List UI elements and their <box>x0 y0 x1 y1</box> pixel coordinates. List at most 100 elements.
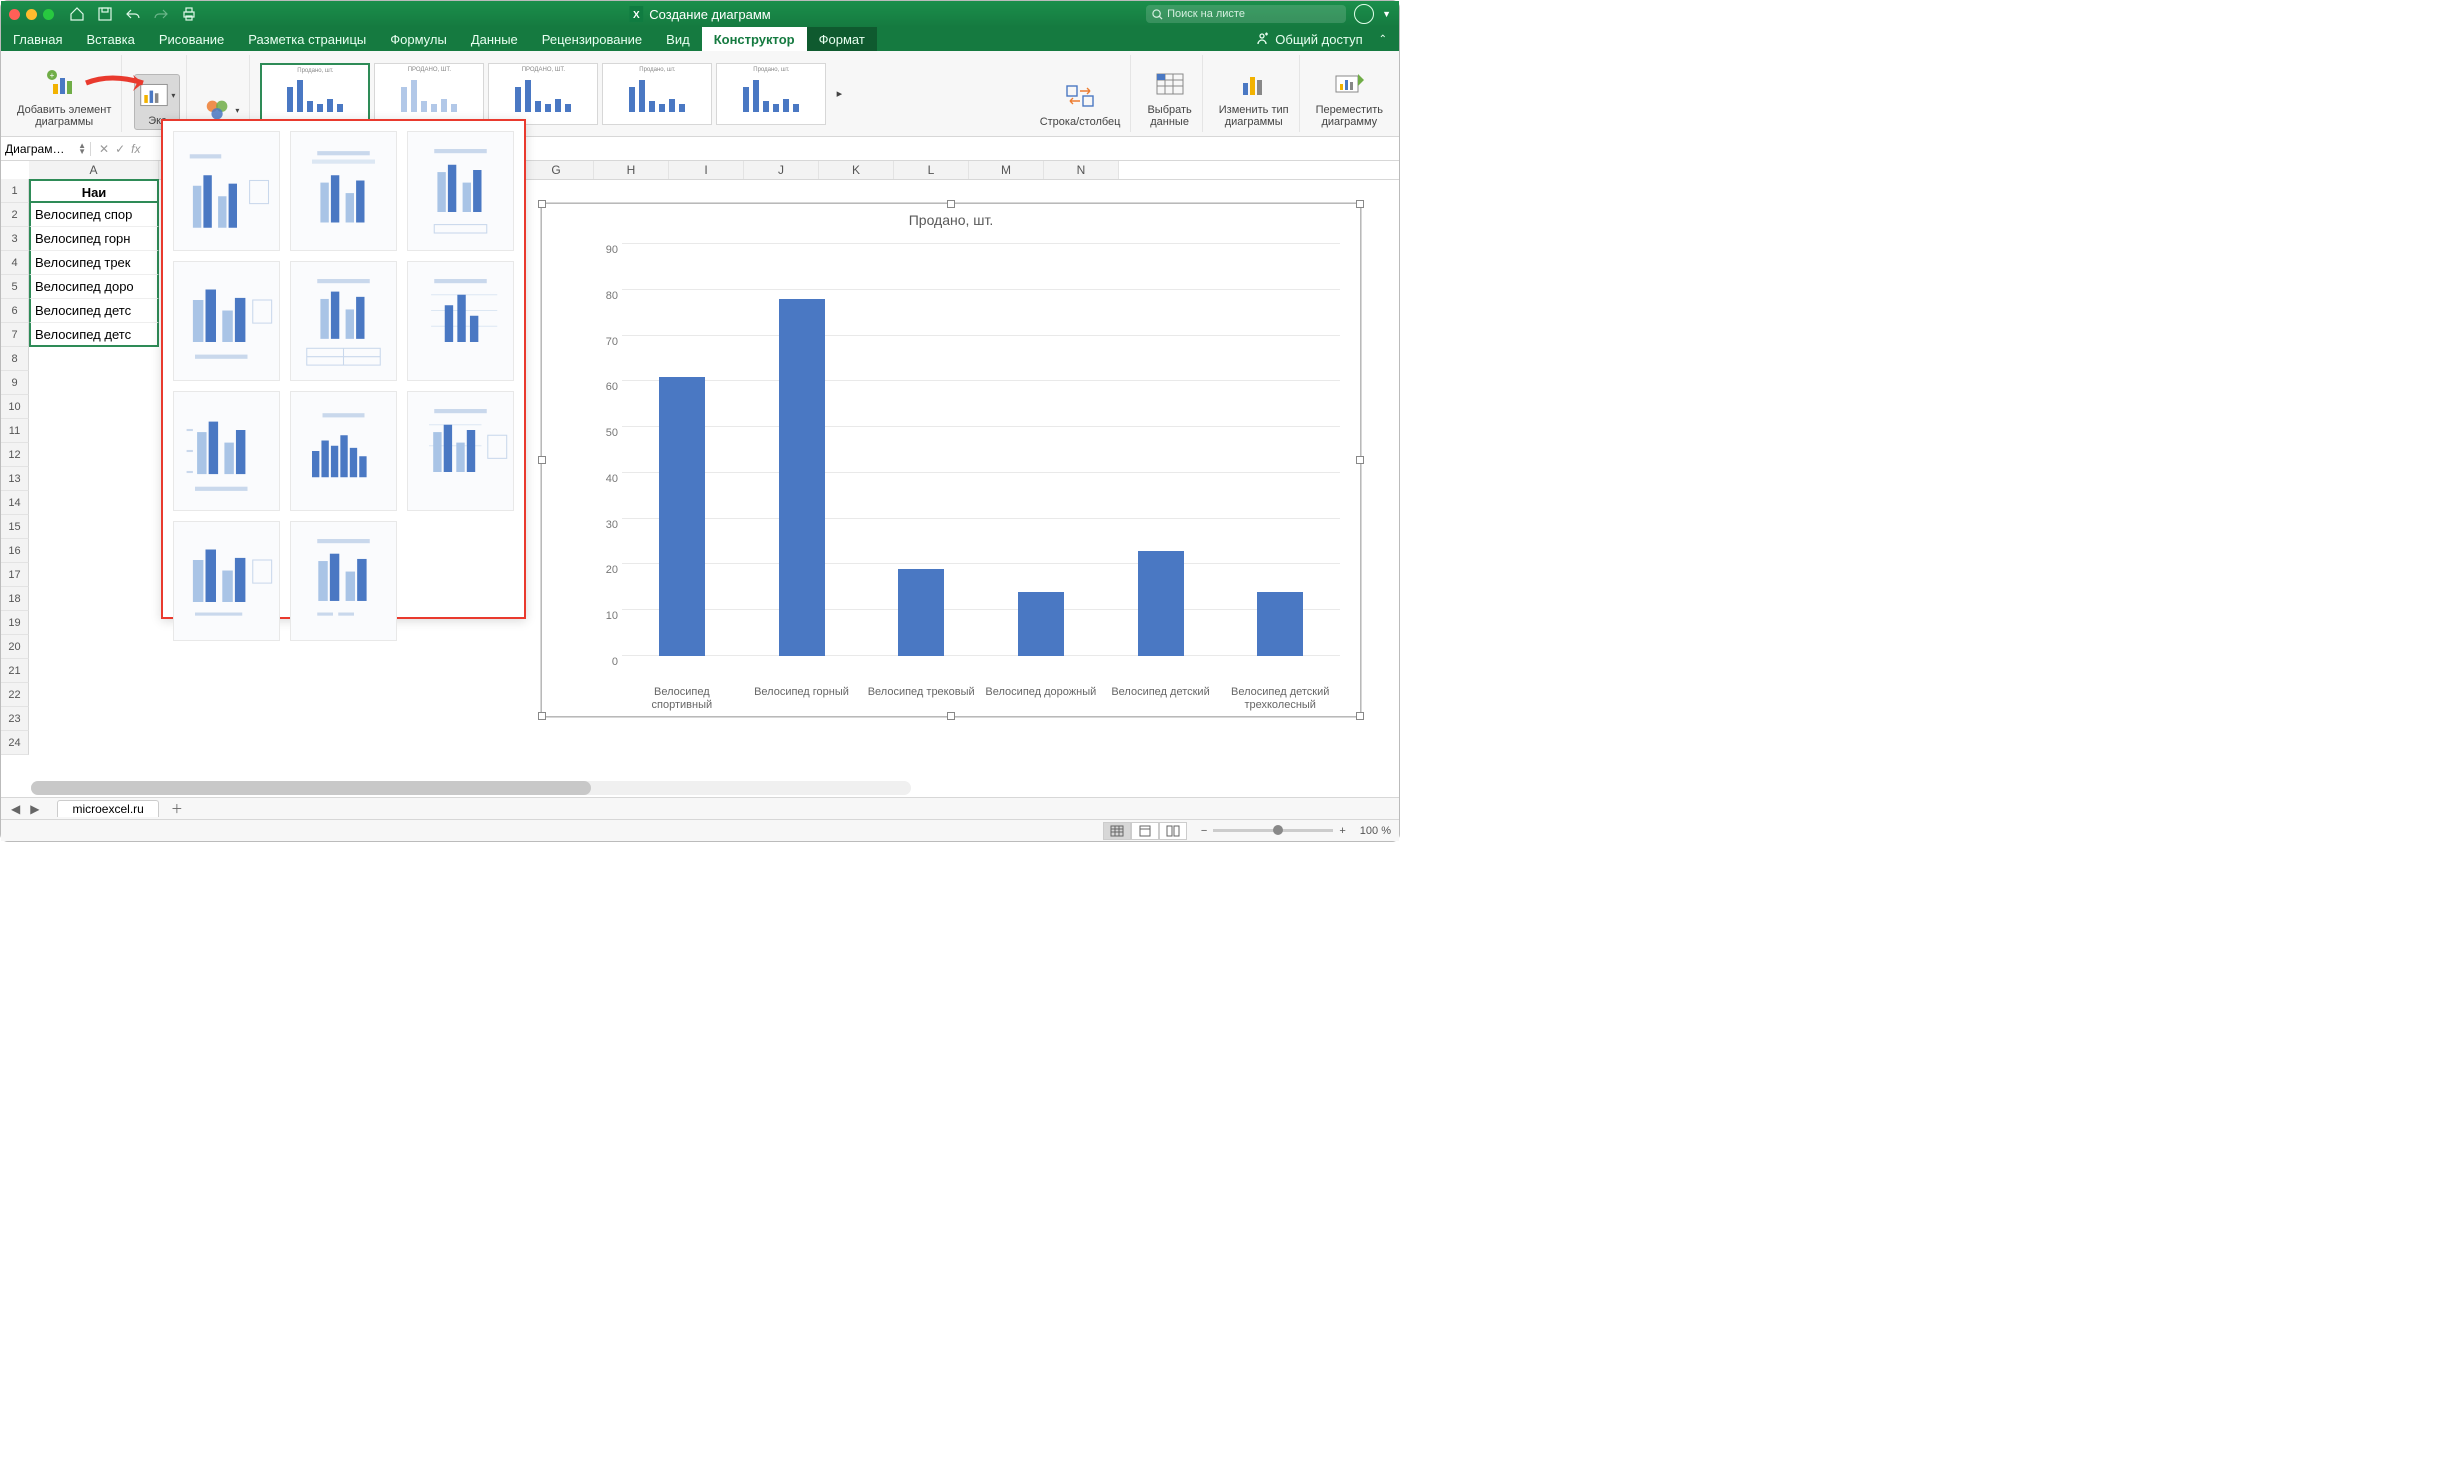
row-20[interactable]: 20 <box>1 635 29 659</box>
chevron-down-icon[interactable]: ▼ <box>1382 9 1391 19</box>
row-15[interactable]: 15 <box>1 515 29 539</box>
tab-formulas[interactable]: Формулы <box>378 27 459 51</box>
tab-review[interactable]: Рецензирование <box>530 27 654 51</box>
cancel-formula-icon[interactable]: ✕ <box>99 142 109 156</box>
search-input[interactable]: Поиск на листе <box>1146 5 1346 23</box>
layout-option-7[interactable] <box>173 391 280 511</box>
bar[interactable] <box>779 299 825 656</box>
cell-A7[interactable]: Велосипед детс <box>29 323 159 347</box>
layout-option-3[interactable] <box>407 131 514 251</box>
row-1[interactable]: 1 <box>1 179 29 203</box>
chart-style-3[interactable]: ПРОДАНО, ШТ. <box>488 63 598 125</box>
cell-A3[interactable]: Велосипед горн <box>29 227 159 251</box>
row-2[interactable]: 2 <box>1 203 29 227</box>
cell-A5[interactable]: Велосипед доро <box>29 275 159 299</box>
col-L[interactable]: L <box>894 161 969 179</box>
layout-option-9[interactable] <box>407 391 514 511</box>
row-22[interactable]: 22 <box>1 683 29 707</box>
resize-handle[interactable] <box>1356 456 1364 464</box>
fx-icon[interactable]: fx <box>131 142 140 156</box>
layout-option-4[interactable] <box>173 261 280 381</box>
row-3[interactable]: 3 <box>1 227 29 251</box>
save-icon[interactable] <box>96 5 114 23</box>
zoom-out-icon[interactable]: − <box>1201 825 1207 837</box>
normal-view-icon[interactable] <box>1103 822 1131 840</box>
row-6[interactable]: 6 <box>1 299 29 323</box>
resize-handle[interactable] <box>538 712 546 720</box>
print-icon[interactable] <box>180 5 198 23</box>
tab-draw[interactable]: Рисование <box>147 27 236 51</box>
resize-handle[interactable] <box>1356 200 1364 208</box>
gallery-more-icon[interactable]: ▸ <box>830 87 848 100</box>
add-chart-element-button[interactable]: + Добавить элемент диаграммы <box>13 64 115 130</box>
move-chart-button[interactable]: Переместить диаграмму <box>1312 64 1387 130</box>
collapse-ribbon-icon[interactable]: ⌃ <box>1379 34 1387 45</box>
zoom-thumb[interactable] <box>1273 825 1283 835</box>
chart-style-2[interactable]: ПРОДАНО, ШТ. <box>374 63 484 125</box>
bar[interactable] <box>1018 592 1064 656</box>
home-icon[interactable] <box>68 5 86 23</box>
sheet-nav-prev-icon[interactable]: ◀ <box>7 802 24 816</box>
row-10[interactable]: 10 <box>1 395 29 419</box>
layout-option-8[interactable] <box>290 391 397 511</box>
zoom-track[interactable] <box>1213 829 1333 832</box>
col-M[interactable]: M <box>969 161 1044 179</box>
bar[interactable] <box>659 377 705 656</box>
tab-format[interactable]: Формат <box>807 27 877 51</box>
redo-icon[interactable] <box>152 5 170 23</box>
row-21[interactable]: 21 <box>1 659 29 683</box>
resize-handle[interactable] <box>538 456 546 464</box>
switch-row-column-button[interactable]: Строка/столбец <box>1036 76 1125 130</box>
layout-option-5[interactable] <box>290 261 397 381</box>
col-A[interactable]: A <box>29 161 159 179</box>
row-9[interactable]: 9 <box>1 371 29 395</box>
row-13[interactable]: 13 <box>1 467 29 491</box>
tab-chart-design[interactable]: Конструктор <box>702 27 807 51</box>
minimize-window-icon[interactable] <box>26 9 37 20</box>
row-8[interactable]: 8 <box>1 347 29 371</box>
bar[interactable] <box>1257 592 1303 656</box>
row-24[interactable]: 24 <box>1 731 29 755</box>
layout-option-1[interactable] <box>173 131 280 251</box>
layout-option-11[interactable] <box>290 521 397 641</box>
page-break-view-icon[interactable] <box>1159 822 1187 840</box>
col-N[interactable]: N <box>1044 161 1119 179</box>
layout-option-10[interactable] <box>173 521 280 641</box>
tab-view[interactable]: Вид <box>654 27 702 51</box>
chart-style-4[interactable]: Продано, шт. <box>602 63 712 125</box>
name-box[interactable]: Диаграм… ▲▼ <box>1 142 91 156</box>
sheet-tab[interactable]: microexcel.ru <box>57 800 158 817</box>
chart-title[interactable]: Продано, шт. <box>542 204 1360 232</box>
feedback-icon[interactable] <box>1354 4 1374 24</box>
zoom-slider[interactable]: − + 100 % <box>1201 825 1391 837</box>
undo-icon[interactable] <box>124 5 142 23</box>
add-sheet-icon[interactable]: ＋ <box>165 800 189 817</box>
select-data-button[interactable]: Выбрать данные <box>1143 64 1195 130</box>
layout-option-2[interactable] <box>290 131 397 251</box>
close-window-icon[interactable] <box>9 9 20 20</box>
change-chart-type-button[interactable]: Изменить тип диаграммы <box>1215 64 1293 130</box>
layout-option-6[interactable] <box>407 261 514 381</box>
col-G[interactable]: G <box>519 161 594 179</box>
tab-data[interactable]: Данные <box>459 27 530 51</box>
cell-A2[interactable]: Велосипед спор <box>29 203 159 227</box>
cell-A4[interactable]: Велосипед трек <box>29 251 159 275</box>
page-layout-view-icon[interactable] <box>1131 822 1159 840</box>
zoom-value[interactable]: 100 % <box>1360 825 1391 837</box>
row-4[interactable]: 4 <box>1 251 29 275</box>
chart-style-1[interactable]: Продано, шт. <box>260 63 370 125</box>
plot-area[interactable]: 0102030405060708090 <box>592 244 1340 656</box>
bar[interactable] <box>898 569 944 656</box>
row-11[interactable]: 11 <box>1 419 29 443</box>
zoom-in-icon[interactable]: + <box>1339 825 1345 837</box>
col-H[interactable]: H <box>594 161 669 179</box>
col-I[interactable]: I <box>669 161 744 179</box>
sheet-nav-next-icon[interactable]: ▶ <box>26 802 43 816</box>
embedded-chart[interactable]: Продано, шт. 0102030405060708090 Велосип… <box>541 203 1361 717</box>
resize-handle[interactable] <box>538 200 546 208</box>
name-box-dropdown-icon[interactable]: ▲▼ <box>78 143 86 155</box>
accept-formula-icon[interactable]: ✓ <box>115 142 125 156</box>
col-J[interactable]: J <box>744 161 819 179</box>
resize-handle[interactable] <box>1356 712 1364 720</box>
row-17[interactable]: 17 <box>1 563 29 587</box>
